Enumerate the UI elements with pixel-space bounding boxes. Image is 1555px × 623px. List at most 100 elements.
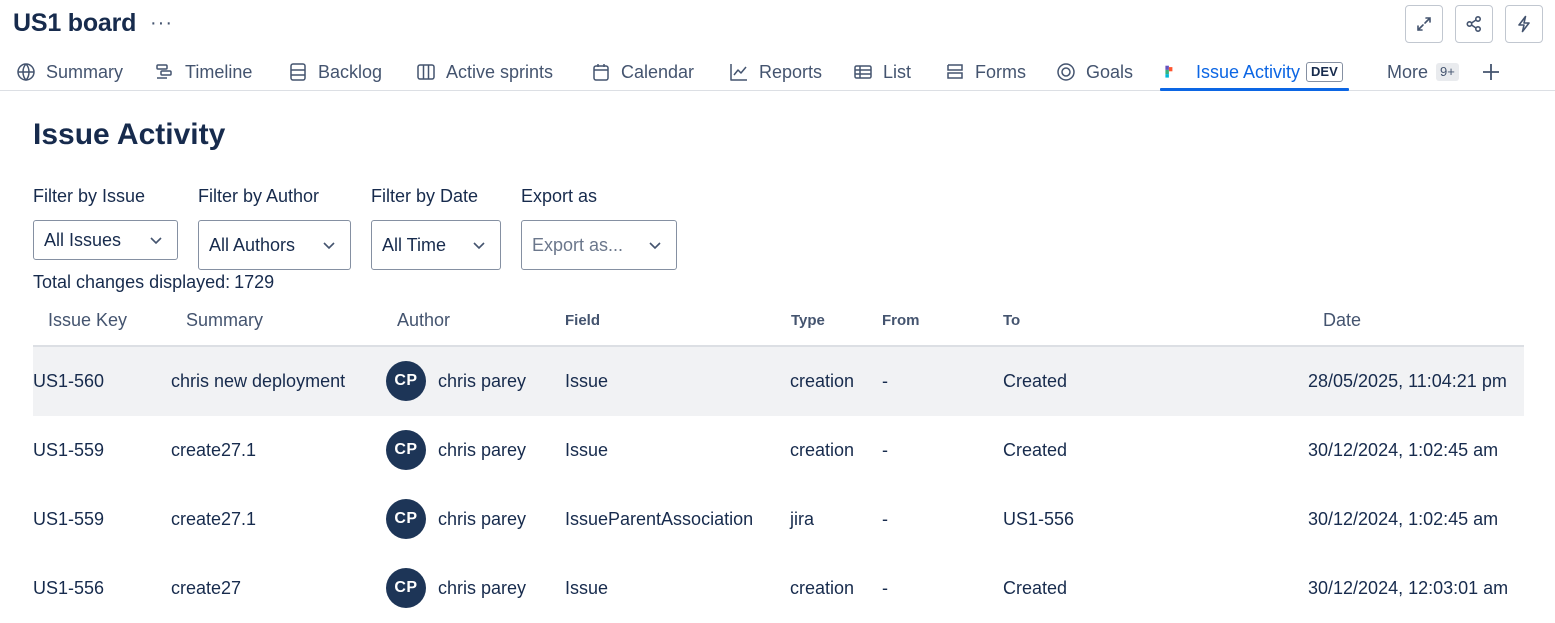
author-filter-select[interactable]: All Authors — [198, 220, 351, 270]
tab-label: Issue Activity — [1196, 61, 1301, 82]
tab-summary[interactable]: Summary — [16, 54, 123, 90]
tab-active-sprints[interactable]: Active sprints — [416, 54, 553, 90]
col-from: From — [882, 312, 920, 329]
tab-label: Goals — [1086, 61, 1134, 82]
issue-key[interactable]: US1-559 — [33, 485, 104, 554]
backlog-icon — [290, 63, 306, 81]
avatar: CP — [386, 430, 426, 470]
tab-list[interactable]: List — [853, 54, 911, 90]
total-changes: Total changes displayed: 1729 — [33, 272, 274, 293]
expand-icon — [1417, 17, 1431, 31]
table-row[interactable]: US1-560 chris new deployment CP chris pa… — [33, 347, 1524, 416]
to-value: Created — [1003, 440, 1068, 460]
author-name: chris parey — [438, 509, 527, 529]
select-value: All Issues — [44, 229, 122, 250]
date-value: 28/05/2025, 11:04:21 pm — [1308, 371, 1507, 391]
issue-summary: create27 — [171, 578, 242, 598]
field-value: Issue — [565, 578, 609, 598]
globe-icon — [17, 63, 35, 82]
field-value: IssueParentAssociation — [565, 509, 754, 529]
total-label: Total changes displayed: — [33, 272, 231, 292]
issue-summary: create27.1 — [171, 440, 257, 460]
from-value: - — [882, 440, 888, 460]
select-placeholder: Export as... — [532, 234, 624, 255]
filter-issue-label: Filter by Issue — [33, 186, 146, 206]
tab-reports[interactable]: Reports — [729, 54, 822, 90]
chart-line-icon — [730, 64, 747, 81]
table-row[interactable]: US1-556 create27 CP chris parey Issue cr… — [33, 554, 1524, 623]
tab-backlog[interactable]: Backlog — [288, 54, 382, 90]
from-value: - — [882, 578, 888, 598]
tab-forms[interactable]: Forms — [945, 54, 1026, 90]
select-value: All Time — [382, 234, 447, 255]
tab-issue-activity[interactable]: Issue Activity DEV — [1160, 54, 1349, 91]
avatar: CP — [386, 499, 426, 539]
col-type: Type — [791, 312, 825, 329]
tab-timeline[interactable]: Timeline — [155, 54, 252, 90]
tab-calendar[interactable]: Calendar — [591, 54, 694, 90]
chevron-down-icon — [150, 237, 162, 245]
filter-author-label: Filter by Author — [198, 186, 320, 206]
col-date: Date — [1323, 310, 1362, 330]
lightning-icon — [1518, 15, 1530, 33]
date-value: 30/12/2024, 1:02:45 am — [1308, 509, 1499, 529]
from-value: - — [882, 371, 888, 391]
to-value: US1-556 — [1003, 509, 1075, 529]
author-name: chris parey — [438, 440, 527, 460]
export-label: Export as — [521, 186, 598, 206]
select-value: All Authors — [209, 234, 296, 255]
tab-label: Reports — [759, 61, 823, 82]
project-tabs: Summary Timeline Backlog Active sprints … — [0, 54, 1555, 91]
issue-key[interactable]: US1-559 — [33, 416, 104, 485]
col-author: Author — [397, 310, 451, 330]
share-icon — [1466, 15, 1482, 33]
author-name: chris parey — [438, 371, 527, 391]
automation-button[interactable] — [1505, 5, 1543, 43]
chevron-down-icon — [473, 242, 485, 250]
issue-key[interactable]: US1-560 — [33, 347, 104, 416]
to-value: Created — [1003, 578, 1068, 598]
calendar-icon — [593, 64, 609, 81]
goal-icon — [1057, 63, 1075, 81]
table-row[interactable]: US1-559 create27.1 CP chris parey Issue … — [33, 416, 1524, 485]
add-tab-button[interactable] — [1481, 54, 1501, 90]
issue-key[interactable]: US1-556 — [33, 554, 104, 623]
tab-label: Backlog — [318, 61, 383, 82]
author-name: chris parey — [438, 578, 527, 598]
total-value: 1729 — [234, 272, 275, 292]
page-title: Issue Activity — [33, 118, 226, 151]
tab-label: More — [1387, 61, 1429, 82]
more-count-badge: 9+ — [1436, 63, 1459, 81]
tab-label: Active sprints — [446, 61, 554, 82]
expand-button[interactable] — [1405, 5, 1443, 43]
board-more-menu[interactable]: ··· — [150, 12, 173, 35]
tab-label: Timeline — [185, 61, 253, 82]
table-row[interactable]: US1-559 create27.1 CP chris parey IssueP… — [33, 485, 1524, 554]
share-button[interactable] — [1455, 5, 1493, 43]
avatar: CP — [386, 568, 426, 608]
tab-goals[interactable]: Goals — [1056, 54, 1133, 90]
app-logo-icon — [1165, 65, 1173, 78]
dev-badge: DEV — [1306, 62, 1343, 82]
tab-label: List — [883, 61, 912, 82]
list-table-icon — [854, 65, 872, 79]
tab-more[interactable]: More 9+ — [1387, 54, 1459, 90]
type-value: jira — [790, 509, 815, 529]
tab-label: Summary — [46, 61, 124, 82]
tab-label: Calendar — [621, 61, 695, 82]
issue-filter-select[interactable]: All Issues — [33, 220, 178, 260]
export-select[interactable]: Export as... — [521, 220, 677, 270]
from-value: - — [882, 509, 888, 529]
chevron-down-icon — [649, 242, 661, 250]
field-value: Issue — [565, 440, 609, 460]
to-value: Created — [1003, 371, 1068, 391]
col-summary: Summary — [186, 310, 264, 330]
board-title: US1 board — [13, 9, 137, 37]
type-value: creation — [790, 440, 855, 460]
date-filter-select[interactable]: All Time — [371, 220, 501, 270]
date-value: 30/12/2024, 12:03:01 am — [1308, 578, 1509, 598]
filter-date-label: Filter by Date — [371, 186, 479, 206]
type-value: creation — [790, 371, 855, 391]
chevron-down-icon — [323, 242, 335, 250]
plus-icon — [1483, 64, 1499, 80]
